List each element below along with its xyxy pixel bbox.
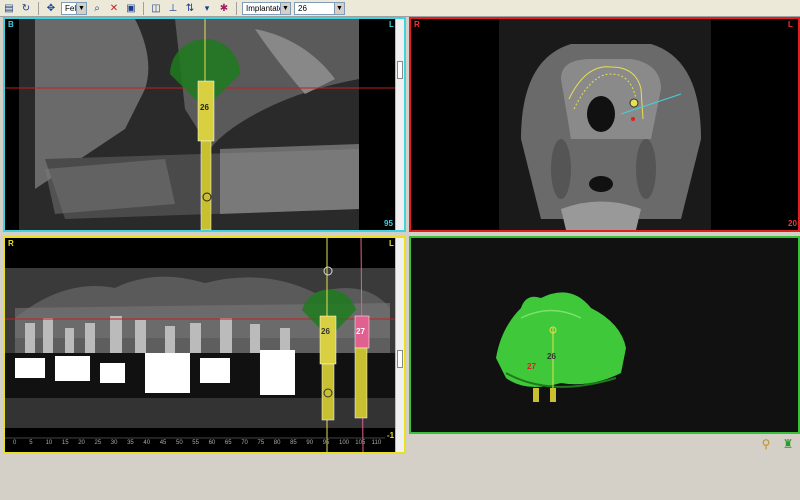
- implant-label: 26: [547, 352, 556, 361]
- zoom-icon[interactable]: ⌕: [90, 1, 104, 15]
- cross-section-image: [5, 19, 395, 230]
- ruler-tick-label: 35: [127, 440, 134, 446]
- ruler-tick-label: 100: [339, 440, 350, 446]
- toolbar-separator: [143, 1, 144, 15]
- panoramic-scrollbar[interactable]: [395, 238, 404, 452]
- ruler-tick-label: 30: [110, 440, 118, 446]
- ruler-tick-label: 110: [371, 440, 382, 446]
- ruler-tick-label: 80: [273, 440, 281, 446]
- ruler-tick-label: 25: [94, 440, 102, 446]
- ruler-tick-label: 0: [13, 440, 17, 446]
- layout-icon[interactable]: ◫: [149, 1, 163, 15]
- ruler-tick-label: 5: [29, 440, 33, 446]
- ruler-tick-label: 85: [290, 440, 297, 446]
- chevron-down-icon: ▼: [280, 2, 290, 14]
- ruler-tick-label: 20: [78, 440, 85, 446]
- toolbar: ▤ ↻ ✥ Feld ▼ ⌕ ✕ ▣ ◫ ⊥ ⇅ ▾ ✱ Implantate …: [0, 0, 800, 17]
- view-select[interactable]: Feld ▼: [61, 1, 87, 15]
- ruler-tick-label: 70: [241, 440, 248, 446]
- axial-image: [499, 19, 711, 230]
- ruler-tick-label: 10: [45, 440, 53, 446]
- left-orientation-label: R: [8, 239, 14, 248]
- left-orientation-label: R: [414, 20, 420, 29]
- ruler-tick-label: 45: [159, 440, 167, 446]
- scroll-thumb[interactable]: [397, 61, 403, 79]
- 3d-model-image: [496, 292, 626, 402]
- bone-view-icon[interactable]: ⚲: [758, 436, 774, 452]
- ruler-tick-label: 95: [322, 440, 330, 446]
- number-select-value: 26: [298, 3, 307, 13]
- 3d-controls-bar: ⚲ ♜: [409, 434, 800, 454]
- ruler-tick-label: 90: [306, 440, 314, 446]
- chevron-down-icon: ▼: [334, 2, 344, 14]
- number-select[interactable]: 26 ▼: [294, 1, 345, 15]
- ruler-tick-label: 60: [208, 440, 216, 446]
- 3d-model-view[interactable]: 26 27: [409, 236, 800, 434]
- axial-view[interactable]: R L 20: [409, 17, 800, 232]
- ruler-tick-label: 15: [61, 440, 69, 446]
- corner-number: -1: [387, 431, 395, 440]
- toolbar-separator: [38, 1, 39, 15]
- type-select[interactable]: Implantate ▼: [242, 1, 291, 15]
- ruler-tick-label: 55: [192, 440, 199, 446]
- ruler-tick-label: 105: [355, 440, 366, 446]
- panoramic-view[interactable]: R L 26 27 -1 0 5 10 15 20 25 30 35 40 45 50 55 60 65 7…: [3, 236, 406, 454]
- right-orientation-label: L: [389, 20, 394, 29]
- open-icon[interactable]: ▤: [2, 1, 16, 15]
- implant-tool-icon[interactable]: ✱: [217, 1, 231, 15]
- status-area: [0, 455, 800, 500]
- refresh-icon[interactable]: ↻: [19, 1, 33, 15]
- ruler-tick-label: 75: [257, 440, 265, 446]
- toolbar-separator: [236, 1, 237, 15]
- tool-icon[interactable]: ▾: [200, 1, 214, 15]
- ruler-tick-label: 50: [176, 440, 183, 446]
- align-icon[interactable]: ⊥: [166, 1, 180, 15]
- cross-scrollbar[interactable]: [395, 19, 404, 230]
- pan-icon[interactable]: ✥: [44, 1, 58, 15]
- type-select-value: Implantate: [246, 3, 284, 13]
- panoramic-image: [5, 238, 395, 452]
- right-orientation-label: L: [788, 20, 793, 29]
- chevron-down-icon: ▼: [76, 2, 86, 14]
- implant-label: 27: [527, 362, 536, 371]
- slice-number: 95: [384, 219, 393, 228]
- save-icon[interactable]: ▣: [124, 1, 138, 15]
- slice-number: 20: [788, 219, 797, 228]
- implant-label: 26: [200, 103, 209, 112]
- right-orientation-label: L: [389, 239, 394, 248]
- distance-ruler: 0 5 10 15 20 25 30 35 40 45 50 55 60 65 70 75 80 85 90 95 10…: [5, 440, 395, 452]
- left-orientation-label: B: [8, 20, 14, 29]
- rotate-icon[interactable]: ⇅: [183, 1, 197, 15]
- scroll-thumb[interactable]: [397, 350, 403, 368]
- implant-label: 27: [356, 327, 365, 336]
- ruler-tick-label: 40: [143, 440, 151, 446]
- cross-section-view[interactable]: B L 26 95: [3, 17, 406, 232]
- implant-label: 26: [321, 327, 330, 336]
- ruler-tick-label: 65: [224, 440, 232, 446]
- measure-icon[interactable]: ✕: [107, 1, 121, 15]
- implant-tool-icon[interactable]: ♜: [780, 436, 796, 452]
